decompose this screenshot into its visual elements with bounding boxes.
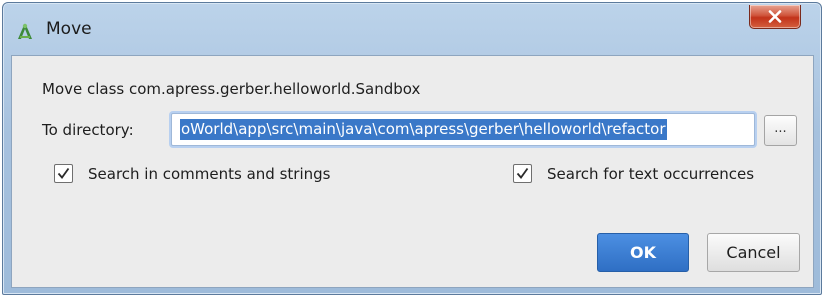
to-directory-label: To directory: bbox=[42, 121, 134, 139]
browse-button[interactable]: ... bbox=[764, 115, 797, 146]
checkbox-box[interactable] bbox=[54, 164, 73, 183]
search-text-occurrences-checkbox[interactable]: Search for text occurrences bbox=[513, 164, 754, 183]
cancel-button[interactable]: Cancel bbox=[707, 233, 800, 272]
dialog-body: Move class com.apress.gerber.helloworld.… bbox=[11, 55, 814, 288]
ok-button[interactable]: OK bbox=[597, 233, 689, 272]
to-directory-value: oWorld\app\src\main\java\com\apress\gerb… bbox=[180, 119, 667, 140]
move-dialog-window: Move Move class com.apress.gerber.hellow… bbox=[2, 2, 822, 295]
move-class-label: Move class com.apress.gerber.helloworld.… bbox=[42, 80, 421, 98]
checkbox-label: Search in comments and strings bbox=[88, 164, 331, 183]
checkbox-label: Search for text occurrences bbox=[547, 164, 755, 183]
checkmark-icon bbox=[57, 167, 70, 179]
close-button[interactable] bbox=[749, 5, 801, 29]
android-studio-icon bbox=[14, 21, 36, 43]
checkbox-box[interactable] bbox=[513, 164, 532, 183]
title-bar[interactable]: Move bbox=[3, 3, 821, 55]
close-icon bbox=[768, 10, 782, 23]
search-comments-checkbox[interactable]: Search in comments and strings bbox=[54, 164, 330, 183]
checkmark-icon bbox=[516, 167, 529, 179]
window-title: Move bbox=[46, 19, 92, 39]
to-directory-input[interactable]: oWorld\app\src\main\java\com\apress\gerb… bbox=[171, 113, 755, 146]
